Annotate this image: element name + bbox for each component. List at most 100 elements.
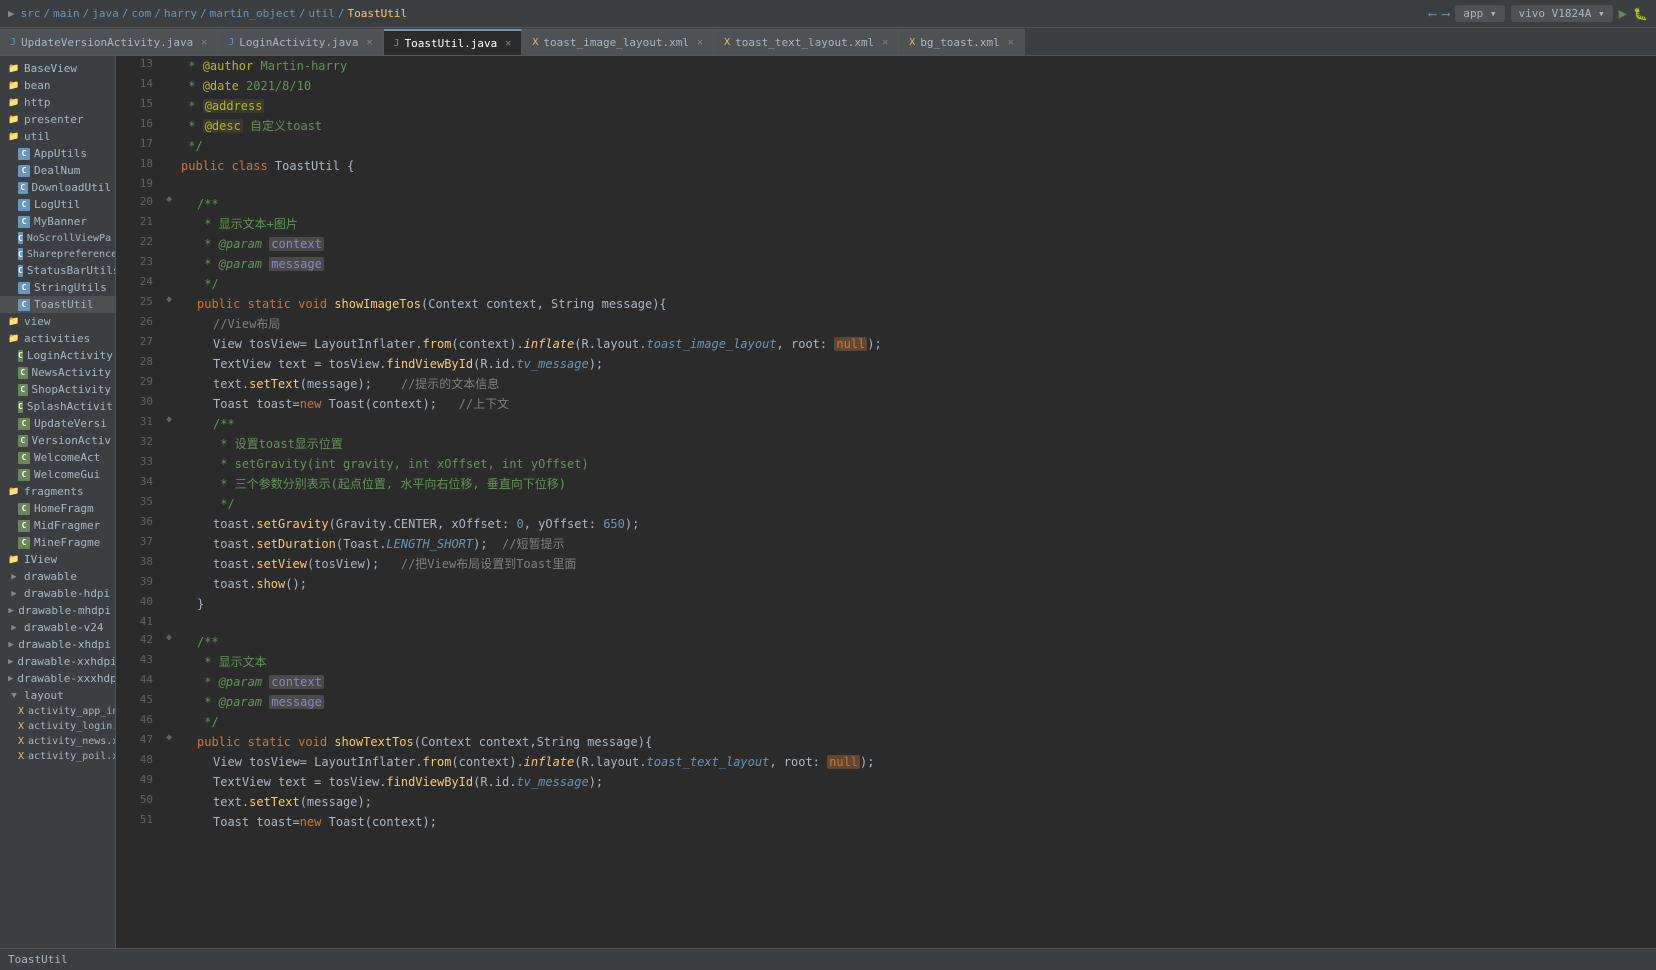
sidebar-item-NoScrollViewPa[interactable]: C NoScrollViewPa — [0, 230, 115, 246]
code-line-16: 16 * @desc 自定义toast — [116, 116, 1656, 136]
status-label: ToastUtil — [8, 953, 68, 966]
sidebar-item-drawable-hdpi[interactable]: ▶ drawable-hdpi — [0, 585, 115, 602]
sidebar-item-drawable[interactable]: ▶ drawable — [0, 568, 115, 585]
sidebar-item-layout[interactable]: ▼ layout — [0, 687, 115, 704]
class-icon: C — [18, 216, 30, 228]
top-bar: ▶ src / main / java / com / harry / mart… — [0, 0, 1656, 28]
code-line-49: 49 TextView text = tosView.findViewById(… — [116, 772, 1656, 792]
tab-close-icon[interactable]: ✕ — [201, 37, 207, 48]
gutter-fold-icon[interactable]: ◆ — [166, 294, 172, 305]
sidebar-item-MineFragme[interactable]: C MineFragme — [0, 534, 115, 551]
tab-bg-toast[interactable]: X bg_toast.xml ✕ — [899, 29, 1025, 55]
xml-icon: X — [724, 37, 730, 48]
class-icon: C — [18, 537, 30, 549]
sidebar-item-view[interactable]: 📁 view — [0, 313, 115, 330]
sidebar-item-activity-poil[interactable]: X activity_poil.xml — [0, 749, 115, 764]
sidebar-item-WelcomeGui[interactable]: C WelcomeGui — [0, 466, 115, 483]
code-content[interactable]: 13 * @author Martin-harry 14 * @date 202… — [116, 56, 1656, 948]
debug-icon[interactable]: 🐛 — [1633, 7, 1648, 21]
sidebar-item-BaseView[interactable]: 📁 BaseView — [0, 60, 115, 77]
java-icon: J — [10, 37, 16, 48]
sidebar-item-NewsActivity[interactable]: C NewsActivity — [0, 364, 115, 381]
tab-close-icon[interactable]: ✕ — [697, 37, 703, 48]
sidebar-item-fragments[interactable]: 📁 fragments — [0, 483, 115, 500]
tab-close-icon[interactable]: ✕ — [1008, 37, 1014, 48]
sidebar-item-UpdateVersi[interactable]: C UpdateVersi — [0, 415, 115, 432]
gutter-fold-icon[interactable]: ◆ — [166, 414, 172, 425]
code-line-40: 40 } — [116, 594, 1656, 614]
tab-LoginActivity[interactable]: J LoginActivity.java ✕ — [218, 29, 383, 55]
sidebar-item-Sharepreferences[interactable]: C Sharepreferences — [0, 246, 115, 262]
tab-UpdateVersionActivity[interactable]: J UpdateVersionActivity.java ✕ — [0, 29, 218, 55]
folder-icon: 📁 — [8, 97, 20, 109]
code-line-31: 31 ◆ /** — [116, 414, 1656, 434]
tab-toast-image-layout[interactable]: X toast_image_layout.xml ✕ — [522, 29, 714, 55]
sidebar-item-SplashActivit[interactable]: C SplashActivit — [0, 398, 115, 415]
gutter-fold-icon[interactable]: ◆ — [166, 194, 172, 205]
code-line-20: 20 ◆ /** — [116, 194, 1656, 214]
sidebar-item-HomeFragm[interactable]: C HomeFragm — [0, 500, 115, 517]
sidebar-item-LogUtil[interactable]: C LogUtil — [0, 196, 115, 213]
nav-forward-icon[interactable]: ⟶ — [1442, 7, 1449, 21]
class-icon: C — [18, 469, 30, 481]
sidebar-item-activity-login[interactable]: X activity_login.xml — [0, 719, 115, 734]
sidebar-item-drawable-xhdpi[interactable]: ▶ drawable-xhdpi — [0, 636, 115, 653]
sidebar-item-MidFragmer[interactable]: C MidFragmer — [0, 517, 115, 534]
gutter-fold-icon[interactable]: ◆ — [166, 732, 172, 743]
folder-icon: ▶ — [8, 639, 14, 651]
folder-icon: ▼ — [8, 690, 20, 702]
gutter-fold-icon[interactable]: ◆ — [166, 632, 172, 643]
sidebar-item-DownloadUtil[interactable]: C DownloadUtil — [0, 179, 115, 196]
code-line-47: 47 ◆ public static void showTextTos(Cont… — [116, 732, 1656, 752]
class-icon: C — [18, 265, 23, 277]
sidebar-item-WelcomeAct[interactable]: C WelcomeAct — [0, 449, 115, 466]
code-line-46: 46 */ — [116, 712, 1656, 732]
tab-toast-text-layout[interactable]: X toast_text_layout.xml ✕ — [714, 29, 899, 55]
code-line-17: 17 */ — [116, 136, 1656, 156]
sidebar-item-drawable-mhdpi[interactable]: ▶ drawable-mhdpi — [0, 602, 115, 619]
sidebar-item-drawable-xxxhdpi[interactable]: ▶ drawable-xxxhdpi — [0, 670, 115, 687]
sidebar-item-ToastUtil[interactable]: C ToastUtil — [0, 296, 115, 313]
status-bar: ToastUtil — [0, 948, 1656, 970]
code-line-48: 48 View tosView= LayoutInflater.from(con… — [116, 752, 1656, 772]
sidebar-item-drawable-xxhdpi[interactable]: ▶ drawable-xxhdpi — [0, 653, 115, 670]
code-line-32: 32 * 设置toast显示位置 — [116, 434, 1656, 454]
sidebar-item-IView[interactable]: 📁 IView — [0, 551, 115, 568]
code-line-43: 43 * 显示文本 — [116, 652, 1656, 672]
folder-icon: ▶ — [8, 588, 20, 600]
app-selector[interactable]: app ▾ — [1455, 5, 1504, 22]
sidebar-item-activities[interactable]: 📁 activities — [0, 330, 115, 347]
sidebar-item-presenter[interactable]: 📁 presenter — [0, 111, 115, 128]
class-icon: C — [18, 199, 30, 211]
sidebar-item-AppUtils[interactable]: C AppUtils — [0, 145, 115, 162]
sidebar-item-StatusBarUtils[interactable]: C StatusBarUtils — [0, 262, 115, 279]
sidebar-item-MyBanner[interactable]: C MyBanner — [0, 213, 115, 230]
code-area: 13 * @author Martin-harry 14 * @date 202… — [116, 56, 1656, 948]
sidebar-item-DealNum[interactable]: C DealNum — [0, 162, 115, 179]
sidebar-item-http[interactable]: 📁 http — [0, 94, 115, 111]
sidebar-item-drawable-v24[interactable]: ▶ drawable-v24 — [0, 619, 115, 636]
sidebar-item-LoginActivity[interactable]: C LoginActivity — [0, 347, 115, 364]
code-line-38: 38 toast.setView(tosView); //把View布局设置到T… — [116, 554, 1656, 574]
sidebar-item-activity-news[interactable]: X activity_news.xml — [0, 734, 115, 749]
sidebar-item-StringUtils[interactable]: C StringUtils — [0, 279, 115, 296]
tab-close-icon[interactable]: ✕ — [505, 38, 511, 49]
run-icon[interactable]: ▶ — [1619, 6, 1627, 22]
sidebar-item-ShopActivity[interactable]: C ShopActivity — [0, 381, 115, 398]
code-line-30: 30 Toast toast=new Toast(context); //上下文 — [116, 394, 1656, 414]
tab-close-icon[interactable]: ✕ — [882, 37, 888, 48]
java-icon: J — [394, 38, 400, 49]
code-line-25: 25 ◆ public static void showImageTos(Con… — [116, 294, 1656, 314]
tab-ToastUtil[interactable]: J ToastUtil.java ✕ — [384, 29, 523, 55]
tab-close-icon[interactable]: ✕ — [367, 37, 373, 48]
class-icon: C — [18, 350, 23, 362]
nav-icon[interactable]: ⟵ — [1429, 7, 1436, 21]
device-selector[interactable]: vivo V1824A ▾ — [1511, 5, 1613, 22]
sidebar-item-activity-app-info[interactable]: X activity_app_info.x.. — [0, 704, 115, 719]
sidebar-item-util[interactable]: 📁 util — [0, 128, 115, 145]
class-icon: C — [18, 165, 30, 177]
sidebar-item-bean[interactable]: 📁 bean — [0, 77, 115, 94]
java-icon: J — [228, 37, 234, 48]
sidebar-item-VersionActiv[interactable]: C VersionActiv — [0, 432, 115, 449]
class-icon: C — [18, 401, 23, 413]
